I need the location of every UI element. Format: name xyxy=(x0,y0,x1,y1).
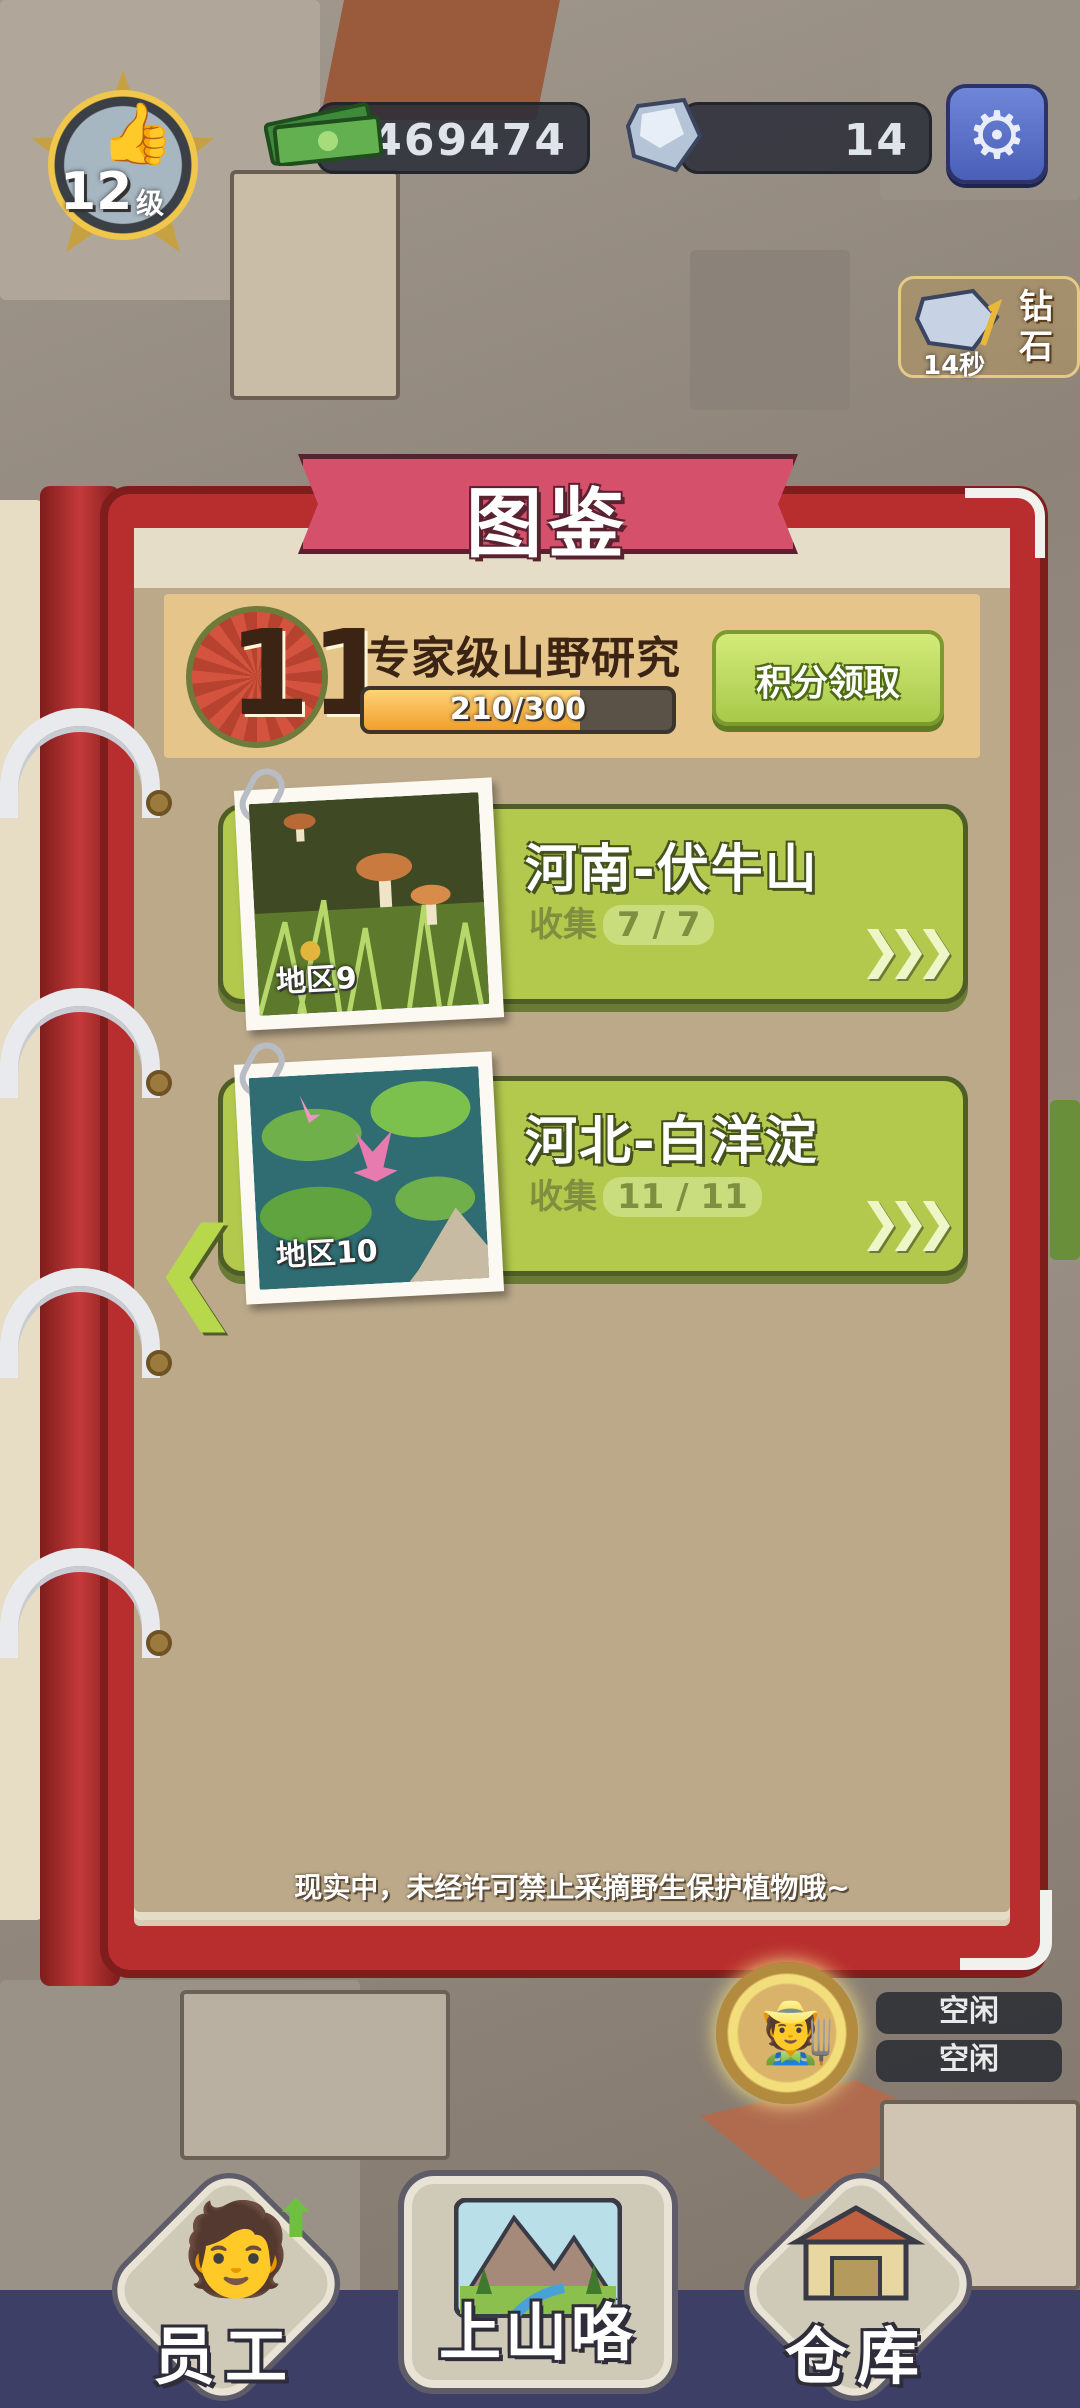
region-photo-baiyangdian[interactable]: 地区10 xyxy=(233,1036,505,1305)
player-level-unit: 级 xyxy=(136,187,165,220)
footer-note: 现实中，未经许可禁止采摘野生保护植物哦~ xyxy=(294,1871,850,1904)
settings-button[interactable]: ⚙ xyxy=(946,84,1048,184)
cash-amount: 469474 xyxy=(371,115,567,166)
chevron-right-icon: ❯❯❯ xyxy=(859,1193,957,1251)
worker-slot-status[interactable]: 空闲 xyxy=(876,2040,1062,2082)
collect-value: 11 / 11 xyxy=(603,1177,762,1217)
previous-page-edge xyxy=(0,500,44,1920)
area-label: 地区10 xyxy=(275,1233,379,1274)
upgrade-arrow-icon: ⬆ xyxy=(274,2190,318,2250)
mushroom-forest-image: 地区9 xyxy=(248,792,490,1016)
collect-progress: 收集 7 / 7 xyxy=(529,897,715,946)
claim-points-label: 积分领取 xyxy=(755,663,900,704)
book-title-ribbon: 图鉴 xyxy=(298,454,798,568)
rank-title: 专家级山野研究 xyxy=(366,633,681,684)
lotus-pond-image: 地区10 xyxy=(248,1066,490,1290)
cash-icon xyxy=(263,92,384,167)
warehouse-nav-button[interactable]: 仓库 xyxy=(742,2170,972,2400)
staff-nav-label: 员工 xyxy=(152,2320,297,2393)
staff-nav-button[interactable]: 🧑 ⬆ 员工 xyxy=(110,2170,340,2400)
worker-icon: 🧑‍🌾 xyxy=(760,1998,835,2068)
chevron-right-icon: ❯❯❯ xyxy=(859,921,957,979)
mountain-nav-button[interactable]: 上山咯 xyxy=(398,2170,678,2394)
thumbs-up-icon: 👍 xyxy=(100,99,175,169)
rank-progress-bar: 210/300 xyxy=(360,686,676,734)
warehouse-nav-label: 仓库 xyxy=(784,2320,929,2393)
book-title: 图鉴 xyxy=(466,479,630,568)
collect-label: 收集 xyxy=(529,905,597,945)
area-label: 地区9 xyxy=(275,960,358,1000)
region-name: 河北-白洋淀 xyxy=(525,1112,819,1172)
gem-offer-label: 钻石 xyxy=(1019,287,1053,367)
gem-offer-button[interactable]: 14秒 钻石 xyxy=(898,276,1080,381)
gem-offer-timer: 14秒 xyxy=(923,351,986,381)
gear-icon: ⚙ xyxy=(967,97,1027,174)
mountain-nav-label: 上山咯 xyxy=(438,2296,637,2369)
diamond-icon xyxy=(624,96,704,174)
page-corner-top xyxy=(965,488,1045,558)
rank-progress-text: 210/300 xyxy=(449,692,587,727)
collect-label: 收集 xyxy=(529,1177,597,1217)
gem-amount: 14 xyxy=(843,115,909,166)
claim-points-button[interactable]: 积分领取 xyxy=(712,630,944,726)
region-photo-funiu[interactable]: 地区9 xyxy=(233,762,505,1031)
player-level-badge[interactable]: 👍 12 级 xyxy=(28,70,218,260)
previous-page-arrow[interactable]: ❮ xyxy=(150,1204,242,1332)
player-level-number: 12 xyxy=(60,162,133,222)
gem-counter[interactable]: 14 xyxy=(680,102,932,174)
collect-progress: 收集 11 / 11 xyxy=(529,1169,762,1218)
region-name: 河南-伏牛山 xyxy=(525,840,819,900)
worker-slot-status[interactable]: 空闲 xyxy=(876,1992,1062,2034)
worker-avatar[interactable]: 🧑‍🌾 xyxy=(716,1962,858,2104)
collect-value: 7 / 7 xyxy=(603,905,715,945)
warehouse-icon xyxy=(786,2202,926,2302)
